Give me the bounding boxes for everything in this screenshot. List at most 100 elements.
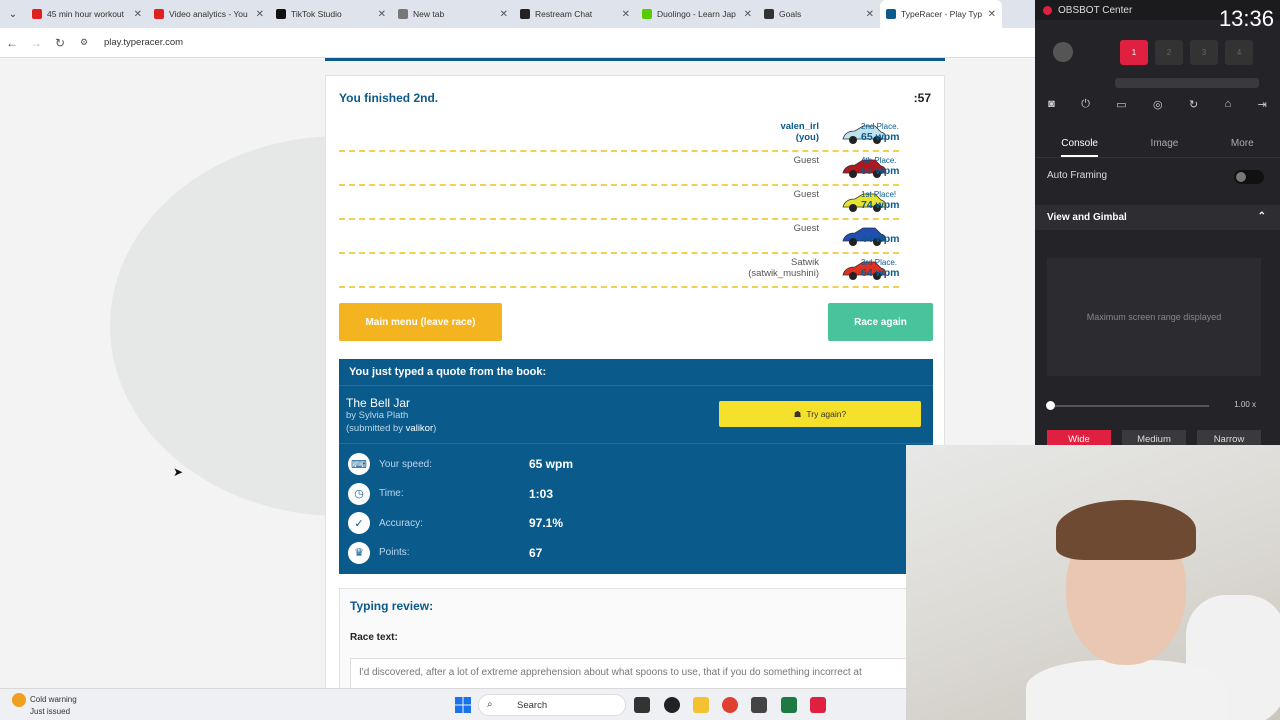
record-icon[interactable]: ▭ — [1116, 98, 1126, 120]
race-text-box[interactable]: I'd discovered, after a lot of extreme a… — [350, 658, 930, 688]
browser-tab[interactable]: Duolingo - Learn Jap ✕ — [636, 0, 758, 28]
obsbot-tab[interactable]: Console — [1061, 130, 1098, 157]
book-title[interactable]: The Bell Jar — [346, 396, 410, 410]
stat-value: 65 wpm — [529, 457, 574, 471]
lock-icon[interactable]: ⌂ — [1225, 98, 1232, 120]
racer-place: 1st Place! — [861, 190, 897, 199]
obs-app-icon[interactable] — [664, 697, 680, 713]
windows-start-icon[interactable] — [455, 697, 471, 713]
stat-label: Accuracy: — [379, 517, 423, 529]
close-tab-icon[interactable]: ✕ — [256, 9, 264, 20]
results-stats: ⌨ Your speed: 65 wpm ◷ Time: 1:03 ✓ Accuracy: 97… — [339, 443, 933, 574]
obsbot-tab[interactable]: Image — [1151, 130, 1179, 157]
zoom-slider-thumb[interactable] — [1046, 401, 1055, 410]
excel-icon[interactable] — [781, 697, 797, 713]
close-tab-icon[interactable]: ✕ — [744, 9, 752, 20]
tab-favicon-icon — [520, 9, 530, 19]
camera-icon[interactable]: ◙ — [1048, 98, 1055, 120]
racer-result: 4th Place. 57 wpm — [861, 156, 921, 177]
browser-tab[interactable]: Video analytics - You ✕ — [148, 0, 270, 28]
task-view-icon[interactable] — [634, 697, 650, 713]
preset-slot[interactable]: 2 — [1155, 40, 1183, 65]
profile-icon[interactable] — [1053, 42, 1073, 62]
close-tab-icon[interactable]: ✕ — [378, 9, 386, 20]
view-gimbal-label: View and Gimbal — [1047, 212, 1127, 223]
race-timer: :57 — [913, 91, 931, 105]
submitted-suffix: ) — [433, 423, 437, 434]
forward-icon[interactable]: → — [24, 36, 48, 50]
close-tab-icon[interactable]: ✕ — [988, 9, 996, 20]
obsbot-title: OBSBOT Center — [1058, 4, 1133, 16]
top-strip — [325, 58, 945, 61]
site-info-icon[interactable]: ⚙ — [72, 37, 96, 48]
race-lane: valen_irl (you) 2nd Place. 65 wpm — [339, 118, 900, 152]
close-tab-icon[interactable]: ✕ — [134, 9, 142, 20]
browser-tab[interactable]: 45 min hour workout ✕ — [26, 0, 148, 28]
browser-tab[interactable]: New tab ✕ — [392, 0, 514, 28]
browser-tab[interactable]: Goals ✕ — [758, 0, 880, 28]
preset-slot[interactable]: 4 — [1225, 40, 1253, 65]
webcam-feed — [906, 445, 1280, 720]
racer-place: 2nd Place. — [861, 122, 899, 131]
stat-label: Your speed: — [379, 458, 433, 470]
submitted-prefix: (submitted by — [346, 423, 406, 434]
racer-place: 3rd Place. — [861, 258, 898, 267]
tab-favicon-icon — [154, 9, 164, 19]
race-again-button[interactable]: Race again — [828, 303, 933, 341]
close-tab-icon[interactable]: ✕ — [500, 9, 508, 20]
chevron-up-icon: ⌃ — [1257, 211, 1266, 222]
mouse-cursor-icon: ➤ — [173, 465, 184, 479]
target-icon[interactable]: ◎ — [1153, 98, 1163, 120]
submitter-link[interactable]: valikor — [406, 423, 433, 434]
racer-place: 4th Place. — [861, 156, 897, 165]
racer-wpm: 57 wpm — [861, 165, 900, 177]
person-shirt — [1026, 660, 1226, 720]
tab-title: 45 min hour workout — [47, 9, 125, 19]
race-text-label: Race text: — [350, 632, 398, 643]
back-icon[interactable]: ← — [0, 36, 24, 50]
obsbot-toolbar: ◙ ⏻ ▭ ◎ ↻ ⌂ ⇥ — [1035, 98, 1280, 120]
preset-slot[interactable]: 1 — [1120, 40, 1148, 65]
trophy-icon: ♛ — [348, 541, 370, 564]
browser-tab[interactable]: TypeRacer - Play Typ ✕ — [880, 0, 1002, 28]
tab-title: Duolingo - Learn Jap — [657, 9, 736, 19]
obsbot-app-icon[interactable] — [810, 697, 826, 713]
expand-icon[interactable]: ⇥ — [1258, 98, 1267, 120]
tab-search-icon[interactable]: ⌄ — [0, 0, 26, 28]
stat-value: 1:03 — [529, 486, 554, 501]
view-gimbal-header[interactable]: ⌃ View and Gimbal — [1035, 205, 1280, 230]
browser-tab[interactable]: TikTok Studio ✕ — [270, 0, 392, 28]
taskbar-search[interactable]: ⌕ Search — [478, 694, 626, 716]
zoom-slider[interactable] — [1046, 401, 1209, 410]
close-tab-icon[interactable]: ✕ — [866, 9, 874, 20]
submitted-by: (submitted by valikor) — [346, 423, 436, 434]
refresh-icon[interactable]: ↻ — [1189, 98, 1198, 120]
chrome-icon[interactable] — [722, 697, 738, 713]
file-explorer-icon[interactable] — [693, 697, 709, 713]
zoom-value[interactable]: 1.00 x — [1234, 400, 1256, 409]
reload-icon[interactable]: ↻ — [48, 36, 72, 50]
search-icon: ⌕ — [487, 699, 493, 710]
obsbot-tab[interactable]: More — [1231, 130, 1254, 157]
clock-icon: ◷ — [348, 482, 370, 505]
stat-row: ⌨ Your speed: 65 wpm — [348, 452, 573, 476]
power-icon[interactable]: ⏻ — [1081, 98, 1090, 120]
preset-slot[interactable]: 3 — [1190, 40, 1218, 65]
obsbot-status-bar — [1115, 78, 1259, 88]
book-author: by Sylvia Plath — [346, 410, 409, 421]
typing-review: Typing review: Race text: I'd discovered… — [339, 588, 933, 688]
race-lane: Guest 4th Place. 57 wpm — [339, 152, 900, 186]
close-tab-icon[interactable]: ✕ — [622, 9, 630, 20]
try-again-button[interactable]: ☗ Try again? — [719, 401, 921, 427]
racer-name: valen_irl (you) — [780, 121, 819, 143]
url-field[interactable]: play.typeracer.com — [104, 37, 183, 48]
weather-widget[interactable]: Cold warning Just issued — [12, 693, 77, 717]
ghost-icon: ☗ — [793, 408, 802, 419]
tab-favicon-icon — [764, 9, 774, 19]
auto-framing-toggle[interactable] — [1234, 170, 1264, 184]
main-menu-button[interactable]: Main menu (leave race) — [339, 303, 502, 341]
browser-tab[interactable]: Restream Chat ✕ — [514, 0, 636, 28]
racer-result: 44 wpm — [861, 224, 921, 245]
app-icon[interactable] — [751, 697, 767, 713]
typeracer-page: You finished 2nd. :57 valen_irl (you) 2nd … — [0, 58, 1035, 688]
